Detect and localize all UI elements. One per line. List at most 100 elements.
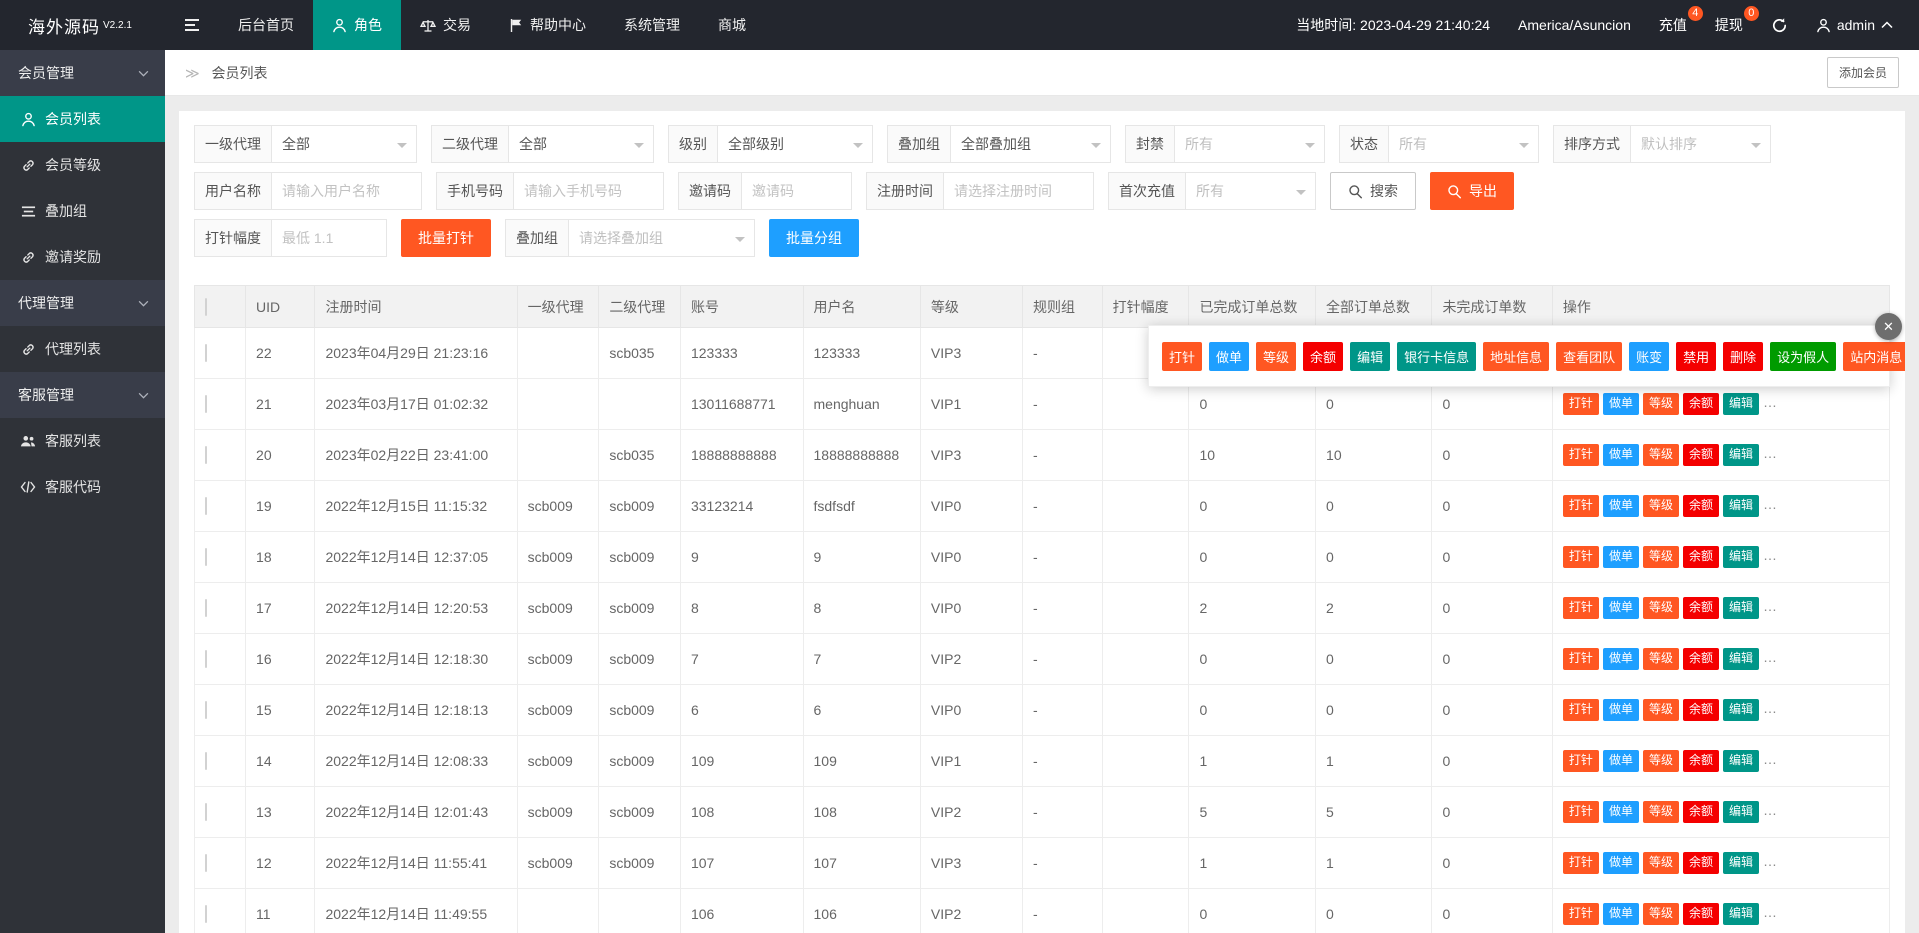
filter-overlay-select[interactable]: 全部叠加组 [951, 125, 1111, 163]
row-action-打针-button[interactable]: 打针 [1562, 495, 1599, 517]
row-action-做单-button[interactable]: 做单 [1602, 393, 1639, 415]
row-action-做单-button[interactable]: 做单 [1602, 699, 1639, 721]
filter-phone-input[interactable] [514, 172, 664, 210]
row-more-actions-button[interactable]: … [1763, 751, 1778, 767]
row-action-做单-button[interactable]: 做单 [1602, 903, 1639, 925]
row-action-打针-button[interactable]: 打针 [1562, 750, 1599, 772]
row-action-做单-button[interactable]: 做单 [1602, 546, 1639, 568]
filter-agent2-select[interactable]: 全部 [509, 125, 654, 163]
row-checkbox[interactable] [205, 548, 207, 566]
sidebar-section-member-mgmt[interactable]: 会员管理 [0, 50, 165, 96]
nav-item-roles[interactable]: 角色 [313, 0, 401, 50]
row-action-余额-button[interactable]: 余额 [1682, 597, 1719, 619]
row-action-等级-button[interactable]: 等级 [1642, 546, 1679, 568]
row-action-余额-button[interactable]: 余额 [1682, 495, 1719, 517]
filter-status-select[interactable]: 所有 [1389, 125, 1539, 163]
popup-action-设为假人-button[interactable]: 设为假人 [1770, 341, 1837, 371]
batch-group-select[interactable]: 请选择叠加组 [569, 219, 755, 257]
row-action-打针-button[interactable]: 打针 [1562, 597, 1599, 619]
recharge-link[interactable]: 充值 4 [1659, 6, 1703, 35]
sidebar-item-overlay-group[interactable]: 叠加组 [0, 188, 165, 234]
row-action-余额-button[interactable]: 余额 [1682, 648, 1719, 670]
sidebar-item-agent-list[interactable]: 代理列表 [0, 326, 165, 372]
filter-username-input[interactable] [272, 172, 422, 210]
row-action-打针-button[interactable]: 打针 [1562, 852, 1599, 874]
row-action-打针-button[interactable]: 打针 [1562, 444, 1599, 466]
row-action-余额-button[interactable]: 余额 [1682, 699, 1719, 721]
filter-ban-select[interactable]: 所有 [1175, 125, 1325, 163]
sidebar-item-service-code[interactable]: 客服代码 [0, 464, 165, 510]
row-action-编辑-button[interactable]: 编辑 [1722, 903, 1759, 925]
row-action-余额-button[interactable]: 余额 [1682, 903, 1719, 925]
row-more-actions-button[interactable]: … [1763, 445, 1778, 461]
row-action-做单-button[interactable]: 做单 [1602, 444, 1639, 466]
row-action-等级-button[interactable]: 等级 [1642, 597, 1679, 619]
row-action-做单-button[interactable]: 做单 [1602, 750, 1639, 772]
row-action-做单-button[interactable]: 做单 [1602, 648, 1639, 670]
row-action-编辑-button[interactable]: 编辑 [1722, 393, 1759, 415]
sidebar-toggle-button[interactable] [165, 0, 219, 50]
popup-action-禁用-button[interactable]: 禁用 [1676, 341, 1717, 371]
sidebar-item-member-list[interactable]: 会员列表 [0, 96, 165, 142]
search-button[interactable]: 搜索 [1330, 172, 1416, 210]
row-more-actions-button[interactable]: … [1763, 700, 1778, 716]
row-action-编辑-button[interactable]: 编辑 [1722, 852, 1759, 874]
row-action-打针-button[interactable]: 打针 [1562, 648, 1599, 670]
row-action-编辑-button[interactable]: 编辑 [1722, 546, 1759, 568]
row-checkbox[interactable] [205, 446, 207, 464]
popup-action-编辑-button[interactable]: 编辑 [1350, 341, 1391, 371]
popup-action-地址信息-button[interactable]: 地址信息 [1483, 341, 1550, 371]
filter-invite-input[interactable] [742, 172, 852, 210]
row-action-编辑-button[interactable]: 编辑 [1722, 648, 1759, 670]
row-action-等级-button[interactable]: 等级 [1642, 750, 1679, 772]
nav-item-mall[interactable]: 商城 [699, 0, 765, 50]
row-checkbox[interactable] [205, 803, 207, 821]
row-checkbox[interactable] [205, 497, 207, 515]
popup-action-查看团队-button[interactable]: 查看团队 [1556, 341, 1623, 371]
row-action-编辑-button[interactable]: 编辑 [1722, 444, 1759, 466]
nav-item-trade[interactable]: 交易 [401, 0, 490, 50]
refresh-icon[interactable] [1771, 17, 1788, 34]
sidebar-section-agent-mgmt[interactable]: 代理管理 [0, 280, 165, 326]
export-button[interactable]: 导出 [1430, 172, 1514, 210]
row-more-actions-button[interactable]: … [1763, 649, 1778, 665]
row-action-打针-button[interactable]: 打针 [1562, 546, 1599, 568]
sidebar-item-invite-reward[interactable]: 邀请奖励 [0, 234, 165, 280]
row-more-actions-button[interactable]: … [1763, 496, 1778, 512]
inject-range-input[interactable] [272, 219, 387, 257]
row-more-actions-button[interactable]: … [1763, 394, 1778, 410]
row-action-做单-button[interactable]: 做单 [1602, 801, 1639, 823]
sidebar-section-service-mgmt[interactable]: 客服管理 [0, 372, 165, 418]
popup-action-等级-button[interactable]: 等级 [1256, 341, 1297, 371]
row-checkbox[interactable] [205, 599, 207, 617]
row-action-余额-button[interactable]: 余额 [1682, 444, 1719, 466]
row-more-actions-button[interactable]: … [1763, 853, 1778, 869]
sidebar-item-member-level[interactable]: 会员等级 [0, 142, 165, 188]
popup-action-站内消息-button[interactable]: 站内消息 [1843, 341, 1905, 371]
filter-first-recharge-select[interactable]: 所有 [1186, 172, 1316, 210]
row-action-等级-button[interactable]: 等级 [1642, 495, 1679, 517]
popup-action-银行卡信息-button[interactable]: 银行卡信息 [1397, 341, 1477, 371]
row-checkbox[interactable] [205, 905, 207, 923]
filter-agent1-select[interactable]: 全部 [272, 125, 417, 163]
row-more-actions-button[interactable]: … [1763, 547, 1778, 563]
row-action-编辑-button[interactable]: 编辑 [1722, 597, 1759, 619]
popup-action-打针-button[interactable]: 打针 [1162, 341, 1203, 371]
nav-item-help[interactable]: 帮助中心 [490, 0, 605, 50]
row-action-余额-button[interactable]: 余额 [1682, 801, 1719, 823]
row-checkbox[interactable] [205, 854, 207, 872]
row-action-等级-button[interactable]: 等级 [1642, 903, 1679, 925]
row-checkbox[interactable] [205, 344, 207, 362]
popup-action-账变-button[interactable]: 账变 [1629, 341, 1670, 371]
select-all-checkbox[interactable] [205, 297, 207, 316]
row-action-等级-button[interactable]: 等级 [1642, 393, 1679, 415]
row-action-打针-button[interactable]: 打针 [1562, 903, 1599, 925]
row-action-余额-button[interactable]: 余额 [1682, 393, 1719, 415]
row-checkbox[interactable] [205, 701, 207, 719]
popup-action-余额-button[interactable]: 余额 [1303, 341, 1344, 371]
row-checkbox[interactable] [205, 395, 207, 413]
user-menu[interactable]: admin [1816, 17, 1893, 33]
row-action-等级-button[interactable]: 等级 [1642, 801, 1679, 823]
sidebar-item-service-list[interactable]: 客服列表 [0, 418, 165, 464]
row-action-余额-button[interactable]: 余额 [1682, 852, 1719, 874]
